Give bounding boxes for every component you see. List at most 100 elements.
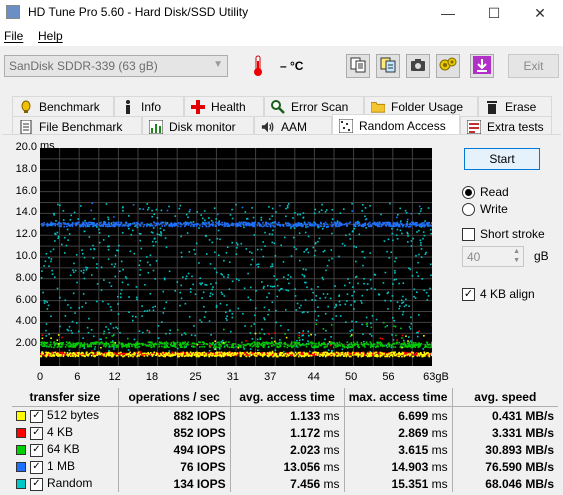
data-point bbox=[170, 344, 172, 346]
exit-button[interactable]: Exit bbox=[508, 54, 559, 78]
data-point bbox=[419, 213, 421, 215]
series-checkbox[interactable]: ✓ bbox=[30, 461, 43, 474]
data-point bbox=[423, 222, 425, 224]
copy-all-button[interactable] bbox=[376, 54, 400, 78]
data-point bbox=[356, 276, 358, 278]
series-checkbox[interactable]: ✓ bbox=[30, 427, 43, 440]
series-checkbox[interactable]: ✓ bbox=[30, 478, 43, 491]
tab-file-benchmark[interactable]: File Benchmark bbox=[12, 116, 142, 136]
data-point bbox=[238, 280, 240, 282]
data-point bbox=[335, 344, 337, 346]
data-point bbox=[283, 355, 285, 357]
data-point bbox=[382, 222, 384, 224]
data-point bbox=[364, 224, 366, 226]
screenshot-button[interactable] bbox=[406, 54, 430, 78]
data-point bbox=[48, 346, 50, 348]
data-point bbox=[246, 222, 248, 224]
series-color-swatch bbox=[16, 462, 26, 472]
data-point bbox=[45, 261, 47, 263]
data-point bbox=[89, 236, 91, 238]
data-point bbox=[322, 228, 324, 230]
tab-health[interactable]: Health bbox=[184, 96, 264, 116]
tab-aam[interactable]: AAM bbox=[254, 116, 332, 136]
minimize-button[interactable]: — bbox=[425, 0, 471, 26]
save-button[interactable] bbox=[470, 54, 494, 78]
data-point bbox=[150, 255, 152, 257]
data-point bbox=[353, 308, 355, 310]
tab-erase[interactable]: Erase bbox=[478, 96, 552, 116]
maximize-button[interactable]: ☐ bbox=[471, 0, 517, 26]
data-point bbox=[373, 343, 375, 345]
tab-extra-tests[interactable]: Extra tests bbox=[460, 116, 552, 136]
data-point bbox=[84, 257, 86, 259]
options-button[interactable] bbox=[436, 54, 460, 78]
data-point bbox=[147, 223, 149, 225]
tab-disk-monitor[interactable]: Disk monitor bbox=[142, 116, 254, 136]
data-point bbox=[106, 353, 108, 355]
short-stroke-checkbox[interactable] bbox=[462, 228, 475, 241]
data-point bbox=[394, 272, 396, 274]
data-point bbox=[370, 347, 372, 349]
data-point bbox=[108, 355, 110, 357]
tab-random-access[interactable]: Random Access bbox=[332, 114, 460, 136]
data-point bbox=[298, 335, 300, 337]
data-point bbox=[319, 211, 321, 213]
data-point bbox=[211, 289, 213, 291]
data-point bbox=[405, 335, 407, 337]
data-point bbox=[43, 225, 45, 227]
write-radio[interactable] bbox=[462, 203, 475, 216]
align-4kb-checkbox[interactable]: ✓ bbox=[462, 288, 475, 301]
read-option[interactable]: Read bbox=[462, 185, 509, 199]
series-checkbox[interactable]: ✓ bbox=[30, 444, 43, 457]
menu-help[interactable]: Help bbox=[38, 29, 63, 43]
data-point bbox=[297, 214, 299, 216]
data-point bbox=[250, 299, 252, 301]
align-4kb-option[interactable]: ✓ 4 KB align bbox=[462, 287, 535, 301]
data-point bbox=[164, 279, 166, 281]
data-point bbox=[347, 293, 349, 295]
data-point bbox=[338, 355, 340, 357]
series-checkbox[interactable]: ✓ bbox=[30, 410, 43, 423]
tab-info[interactable]: Info bbox=[114, 96, 184, 116]
read-radio[interactable] bbox=[462, 186, 475, 199]
data-point bbox=[87, 267, 89, 269]
data-point bbox=[166, 341, 168, 343]
data-point bbox=[78, 331, 80, 333]
menu-file[interactable]: File bbox=[4, 29, 23, 43]
data-point bbox=[232, 317, 234, 319]
close-button[interactable]: ✕ bbox=[517, 0, 563, 26]
drive-select[interactable]: SanDisk SDDR-339 (63 gB) ▼ bbox=[4, 55, 228, 77]
data-point bbox=[108, 245, 110, 247]
data-point bbox=[295, 355, 297, 357]
start-button[interactable]: Start bbox=[464, 148, 540, 170]
short-stroke-option[interactable]: Short stroke bbox=[462, 227, 545, 241]
ops-value: 494 bbox=[174, 443, 194, 457]
data-point bbox=[429, 356, 431, 358]
data-point bbox=[342, 346, 344, 348]
tab-benchmark[interactable]: Benchmark bbox=[12, 96, 114, 116]
data-point bbox=[258, 342, 260, 344]
data-point bbox=[64, 352, 66, 354]
tab-error-scan[interactable]: Error Scan bbox=[264, 96, 364, 116]
data-point bbox=[270, 354, 272, 356]
data-point bbox=[155, 225, 157, 227]
data-point bbox=[403, 301, 405, 303]
data-point bbox=[113, 222, 115, 224]
copy-button[interactable] bbox=[346, 54, 370, 78]
data-point bbox=[142, 353, 144, 355]
tab-folder-usage[interactable]: Folder Usage bbox=[364, 96, 478, 116]
data-point bbox=[270, 343, 272, 345]
data-point bbox=[214, 252, 216, 254]
data-point bbox=[326, 346, 328, 348]
data-point bbox=[128, 356, 130, 358]
write-option[interactable]: Write bbox=[462, 202, 508, 216]
data-point bbox=[222, 224, 224, 226]
stroke-size-input[interactable]: 40 ▲▼ bbox=[462, 246, 524, 267]
data-point bbox=[77, 352, 79, 354]
data-point bbox=[72, 321, 74, 323]
data-point bbox=[405, 345, 407, 347]
data-point bbox=[340, 212, 342, 214]
data-point bbox=[91, 329, 93, 331]
data-point bbox=[182, 343, 184, 345]
data-point bbox=[203, 306, 205, 308]
